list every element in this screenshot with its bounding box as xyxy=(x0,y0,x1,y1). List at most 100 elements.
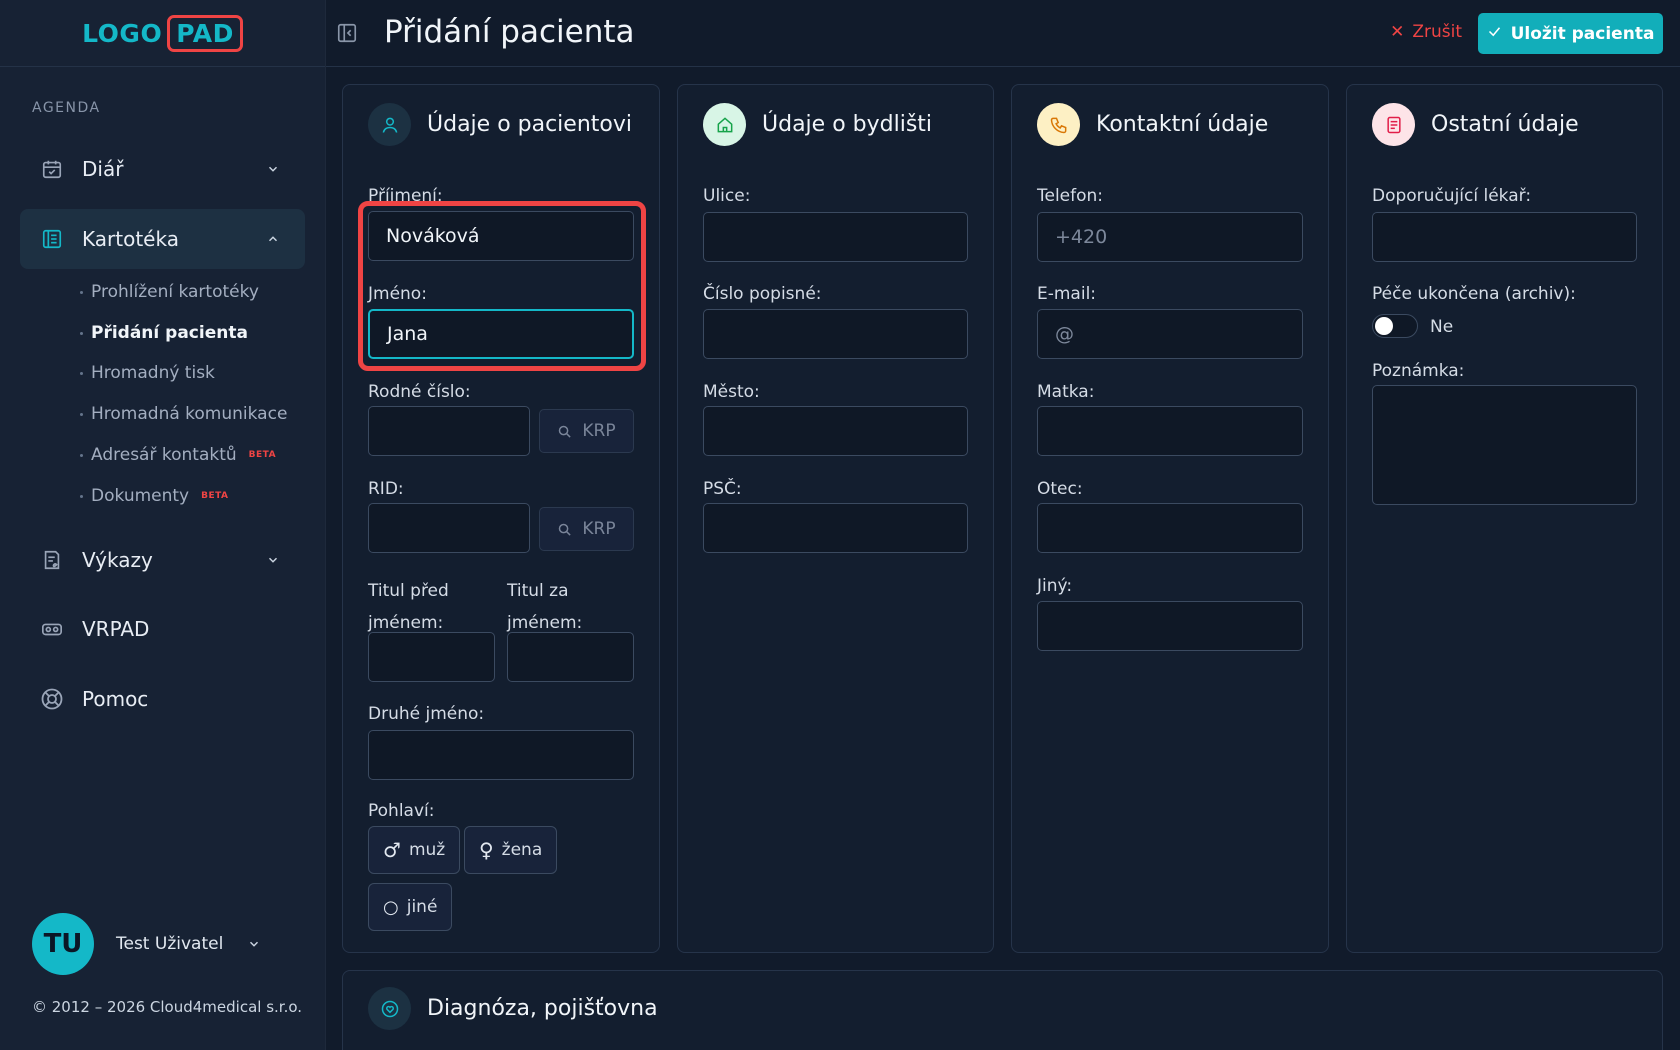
rid-input[interactable] xyxy=(368,503,530,553)
note-textarea[interactable] xyxy=(1372,385,1637,505)
phone-label: Telefon: xyxy=(1037,186,1104,206)
bullet xyxy=(80,453,83,457)
email-label: E-mail: xyxy=(1037,284,1097,304)
archive-label: Péče ukončena (archiv): xyxy=(1372,284,1576,304)
nav-label: Diář xyxy=(82,157,124,181)
help-icon xyxy=(40,687,64,711)
search-icon xyxy=(559,523,572,536)
middle-name-input[interactable] xyxy=(368,730,634,780)
krp-label: KRP xyxy=(582,519,616,539)
phone-icon xyxy=(1037,103,1080,146)
logo-area: LOGO PAD xyxy=(0,0,325,67)
subnav-komunikace[interactable]: Hromadná komunikace xyxy=(80,404,287,424)
title-before-label: Titul před jménem: xyxy=(368,581,449,633)
logo[interactable]: LOGO PAD xyxy=(82,14,243,52)
copyright: © 2012 – 2026 Cloud4medical s.r.o. xyxy=(32,998,303,1016)
save-patient-button[interactable]: Uložit pacienta xyxy=(1478,13,1663,54)
nav-label: Kartotéka xyxy=(82,227,179,251)
mother-label: Matka: xyxy=(1037,382,1095,402)
sidebar-collapse-icon[interactable] xyxy=(336,22,358,44)
gender-female-button[interactable]: ♀ žena xyxy=(464,826,558,874)
zip-label: PSČ: xyxy=(703,479,742,499)
archive-toggle[interactable] xyxy=(1372,314,1418,338)
chevron-up-icon xyxy=(263,229,283,249)
street-input[interactable] xyxy=(703,212,968,262)
other-contact-label: Jiný: xyxy=(1037,576,1073,596)
gender-other-button[interactable]: ○ jiné xyxy=(368,883,453,931)
gender-male-button[interactable]: ♂ muž xyxy=(368,826,461,874)
bullet xyxy=(80,494,83,498)
circle-icon: ○ xyxy=(383,896,399,918)
bullet xyxy=(80,331,83,335)
check-icon xyxy=(1487,24,1502,44)
phone-input[interactable]: +420 xyxy=(1037,212,1303,262)
heart-icon xyxy=(368,987,411,1030)
krp-search-button[interactable]: KRP xyxy=(539,409,634,453)
gender-label-text: muž xyxy=(408,840,446,860)
chevron-down-icon xyxy=(263,159,283,179)
subnav-pridani[interactable]: Přidání pacienta xyxy=(80,323,248,343)
calendar-icon xyxy=(40,157,64,181)
user-menu[interactable]: TU Test Uživatel xyxy=(32,913,282,975)
card-header: Údaje o bydlišti xyxy=(703,103,932,146)
cancel-button[interactable]: ✕ Zrušit xyxy=(1390,22,1462,42)
title-after-label: Titul za jménem: xyxy=(507,581,583,633)
folder-icon xyxy=(40,227,64,251)
toggle-knob xyxy=(1375,317,1393,335)
highlight-frame xyxy=(358,201,646,371)
avatar: TU xyxy=(32,913,94,975)
card-title: Diagnóza, pojišťovna xyxy=(427,996,658,1021)
search-icon xyxy=(559,425,572,438)
card-title: Ostatní údaje xyxy=(1431,112,1579,137)
house-number-input[interactable] xyxy=(703,309,968,359)
page-title: Přidání pacienta xyxy=(384,14,635,50)
nav-item-diar[interactable]: Diář xyxy=(20,139,305,199)
report-icon xyxy=(40,548,64,572)
subnav-adresar[interactable]: Adresář kontaktů BETA xyxy=(80,445,276,465)
logo-text: LOGO xyxy=(82,18,163,48)
nav-label: Výkazy xyxy=(82,548,153,572)
card-title: Údaje o pacientovi xyxy=(427,112,632,137)
bullet xyxy=(80,290,83,294)
title-before-input[interactable] xyxy=(368,632,495,682)
father-input[interactable] xyxy=(1037,503,1303,553)
zip-input[interactable] xyxy=(703,503,968,553)
card-title: Kontaktní údaje xyxy=(1096,112,1269,137)
email-input[interactable]: @ xyxy=(1037,309,1303,359)
subnav-label: Dokumenty xyxy=(91,486,190,506)
referring-doctor-label: Doporučující lékař: xyxy=(1372,186,1532,206)
krp-search-button[interactable]: KRP xyxy=(539,507,634,551)
subnav-label: Prohlížení kartotéky xyxy=(91,282,259,302)
mother-input[interactable] xyxy=(1037,406,1303,456)
street-label: Ulice: xyxy=(703,186,751,206)
middle-name-label: Druhé jméno: xyxy=(368,704,485,724)
krp-label: KRP xyxy=(582,421,616,441)
birth-number-input[interactable] xyxy=(368,406,530,456)
subnav-tisk[interactable]: Hromadný tisk xyxy=(80,363,215,383)
card-header: Kontaktní údaje xyxy=(1037,103,1268,146)
nav-item-vrpad[interactable]: VRPAD xyxy=(20,599,305,659)
diagnosis-card: Diagnóza, pojišťovna xyxy=(342,970,1663,1050)
title-after-input[interactable] xyxy=(507,632,634,682)
sidebar: LOGO PAD AGENDA Diář Kartotéka Prohlížen… xyxy=(0,0,326,1050)
city-input[interactable] xyxy=(703,406,968,456)
other-contact-input[interactable] xyxy=(1037,601,1303,651)
gender-label-text: žena xyxy=(501,840,543,860)
nav-item-vykazy[interactable]: Výkazy xyxy=(20,530,305,590)
rid-label: RID: xyxy=(368,479,404,499)
vr-icon xyxy=(40,617,64,641)
subnav-prohlizeni[interactable]: Prohlížení kartotéky xyxy=(80,282,259,302)
subnav-dokumenty[interactable]: Dokumenty BETA xyxy=(80,486,229,506)
subnav-label: Hromadný tisk xyxy=(91,363,215,383)
card-header[interactable]: Diagnóza, pojišťovna xyxy=(368,987,658,1030)
city-label: Město: xyxy=(703,382,760,402)
subnav-label: Hromadná komunikace xyxy=(91,404,288,424)
chevron-down-icon xyxy=(244,934,264,954)
referring-doctor-input[interactable] xyxy=(1372,212,1637,262)
user-icon xyxy=(368,103,411,146)
nav-label: Pomoc xyxy=(82,687,149,711)
gender-label-text: jiné xyxy=(406,897,438,917)
card-header: Ostatní údaje xyxy=(1372,103,1579,146)
nav-item-kartoteka[interactable]: Kartotéka xyxy=(20,209,305,269)
nav-item-pomoc[interactable]: Pomoc xyxy=(20,669,305,729)
